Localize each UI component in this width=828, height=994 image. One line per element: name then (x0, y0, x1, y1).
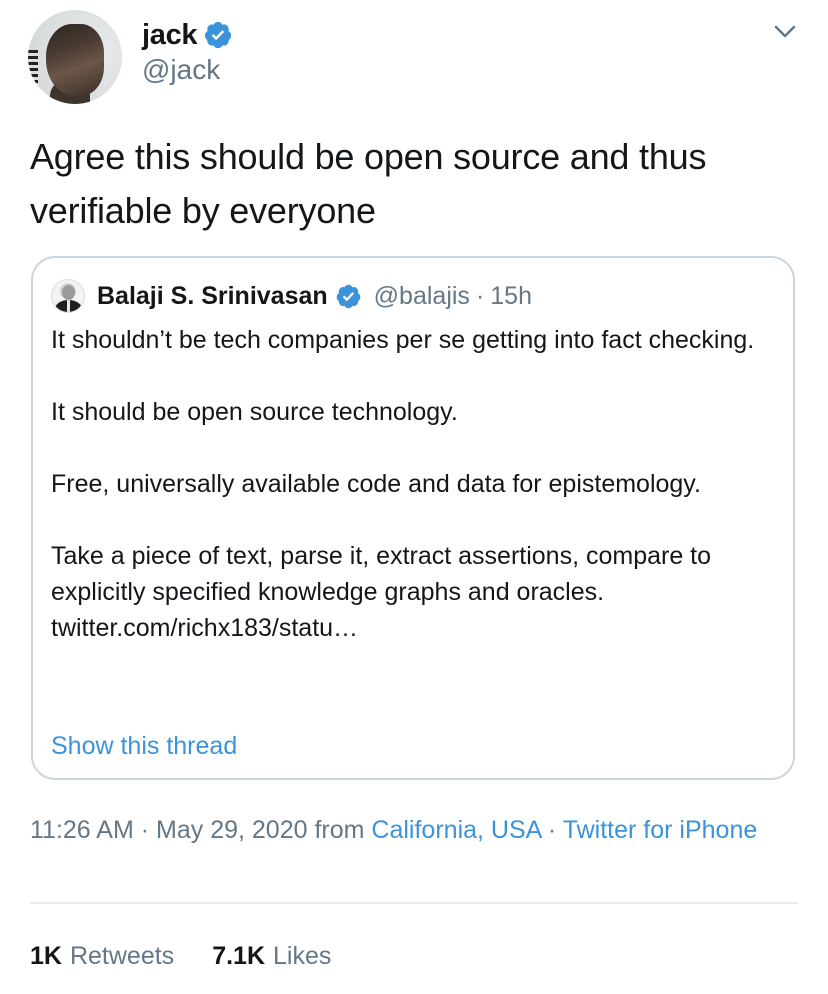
separator-dot: · (547, 816, 557, 844)
verified-badge-icon (205, 21, 232, 49)
quoted-author-display-name: Balaji S. Srinivasan (97, 281, 328, 310)
retweets-count: 1K (30, 942, 62, 970)
separator-dot: · (140, 816, 150, 844)
tweet-date[interactable]: May 29, 2020 (156, 816, 308, 844)
likes-count: 7.1K (212, 942, 265, 970)
likes-stat[interactable]: 7.1K Likes (212, 942, 331, 971)
quoted-tweet-paragraph: It shouldn’t be tech companies per se ge… (51, 326, 755, 354)
author-avatar[interactable] (28, 10, 122, 104)
tweet-stats: 1K Retweets 7.1K Likes (30, 942, 369, 971)
quoted-tweet-time: 15h (490, 281, 532, 310)
quoted-tweet-paragraph: Free, universally available code and dat… (51, 470, 701, 498)
quoted-tweet-paragraph: It should be open source technology. (51, 398, 458, 426)
tweet-time[interactable]: 11:26 AM (30, 816, 134, 844)
avatar-detail (28, 50, 38, 90)
quoted-tweet-card[interactable]: Balaji S. Srinivasan @balajis · 15h It s… (31, 256, 795, 780)
separator-dot: · (475, 281, 485, 310)
tweet-header: jack @jack (0, 0, 828, 120)
retweets-label: Retweets (69, 942, 175, 970)
quoted-author-avatar (51, 279, 85, 313)
likes-label: Likes (273, 942, 332, 970)
avatar-detail (46, 24, 104, 96)
chevron-down-icon[interactable] (772, 22, 798, 42)
author-display-name[interactable]: jack (142, 19, 198, 52)
show-thread-link[interactable]: Show this thread (51, 728, 237, 764)
from-label: from (314, 816, 365, 844)
tweet-meta: 11:26 AM · May 29, 2020 from California,… (30, 812, 800, 848)
quoted-tweet-header: Balaji S. Srinivasan @balajis · 15h (51, 278, 532, 314)
quoted-tweet-paragraph: Take a piece of text, parse it, extract … (51, 542, 712, 642)
tweet-text: Agree this should be open source and thu… (30, 136, 707, 231)
verified-badge-icon (336, 284, 360, 308)
quoted-author-handle: @balajis (373, 281, 470, 310)
author-name-row: jack (142, 16, 233, 54)
avatar-detail (67, 300, 70, 312)
location-link[interactable]: California, USA (371, 816, 541, 844)
divider (30, 902, 798, 904)
avatar-detail (62, 285, 75, 300)
quoted-tweet-body: It shouldn’t be tech companies per se ge… (51, 322, 781, 646)
retweets-stat[interactable]: 1K Retweets (30, 942, 174, 971)
source-link[interactable]: Twitter for iPhone (563, 816, 758, 844)
author-handle[interactable]: @jack (142, 54, 220, 86)
